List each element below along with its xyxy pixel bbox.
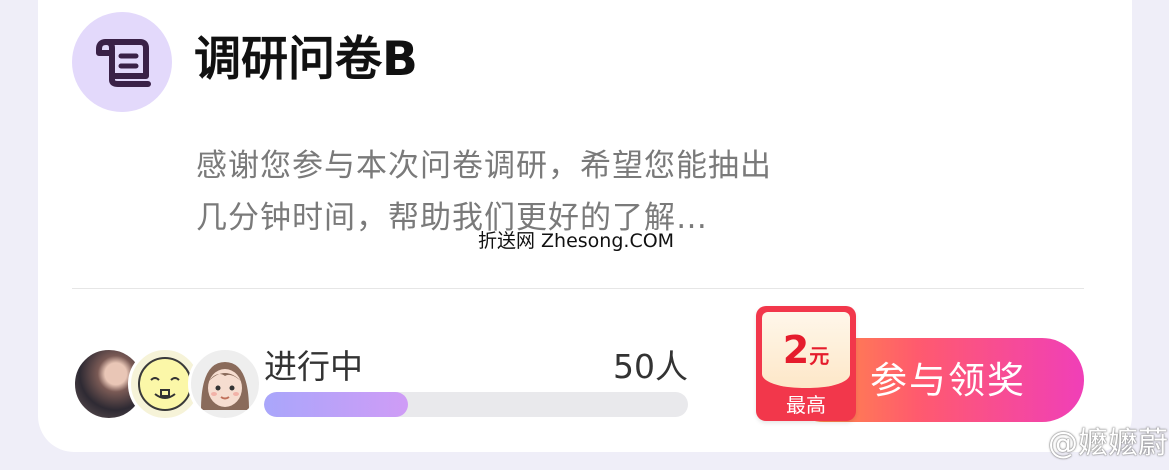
divider: [72, 288, 1084, 289]
reward-amount-value: 2: [782, 328, 810, 372]
join-reward-label[interactable]: 参与领奖: [870, 358, 1050, 404]
participant-count: 50人: [613, 347, 688, 386]
survey-title: 调研问卷B: [194, 32, 418, 87]
survey-status: 进行中: [264, 347, 363, 386]
reward-amount-unit: 元: [809, 344, 830, 368]
weibo-handle: @嬷嬷蔚: [1048, 426, 1168, 461]
max-reward-tag: 2元 最高: [756, 306, 856, 421]
progress-fill: [264, 392, 409, 417]
scroll-icon: [96, 39, 151, 87]
reward-amount: 2元: [762, 330, 850, 378]
reward-max-label: 最高: [786, 393, 826, 417]
reward-amount-panel: 2元: [762, 312, 850, 388]
survey-icon-badge: [72, 12, 172, 112]
weibo-watermark: @嬷嬷蔚: [1000, 424, 1168, 464]
site-watermark: 折送网 Zhesong.COM: [478, 230, 675, 252]
progress-bar: [264, 392, 688, 417]
participant-avatars: [72, 347, 262, 423]
avatar-cartoon-girl: [188, 347, 262, 421]
